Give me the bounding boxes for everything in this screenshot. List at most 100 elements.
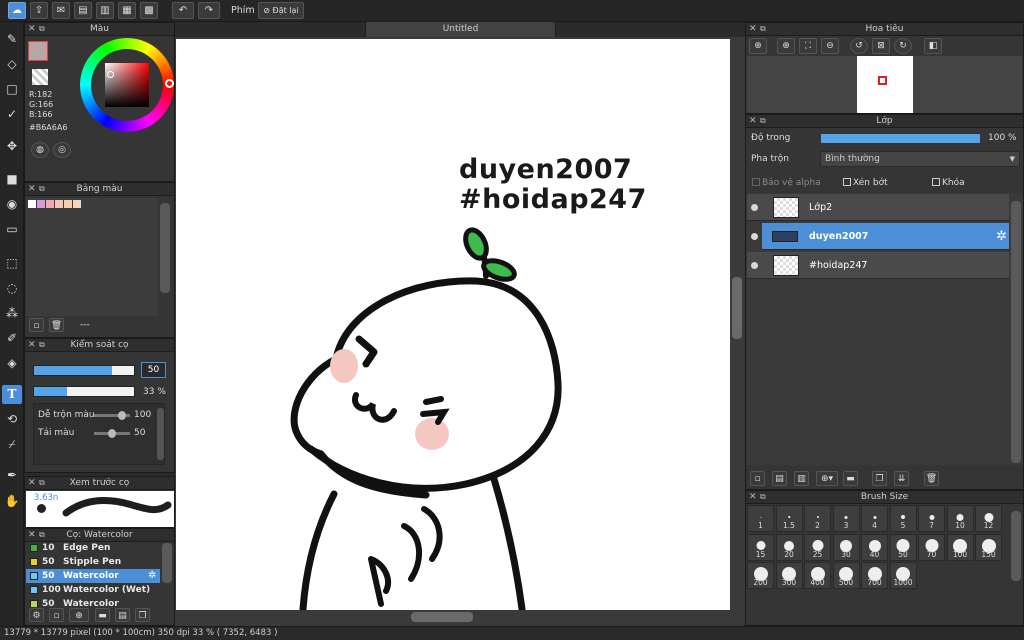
sv-handle[interactable] <box>107 71 114 78</box>
brush-size-cell[interactable]: 12 <box>975 505 1002 532</box>
brush-size-cell[interactable]: 3 <box>832 505 860 532</box>
move-icon[interactable]: ✥ <box>2 137 22 156</box>
lasso-icon[interactable]: ◌ <box>2 279 22 298</box>
layer-item[interactable]: Lớp2 <box>747 194 1009 221</box>
brush-size-cell[interactable]: 500 <box>832 562 860 589</box>
popout-icon[interactable]: ⧉ <box>39 339 45 351</box>
text-icon[interactable]: T <box>2 385 22 404</box>
visibility-icon[interactable] <box>751 262 758 269</box>
navigator-thumbnail[interactable] <box>857 56 913 113</box>
brush-size-cell[interactable]: 70 <box>918 533 945 561</box>
close-icon[interactable]: ✕ <box>749 115 757 127</box>
select-rect-icon[interactable]: ⬚ <box>2 254 22 273</box>
clipping-checkbox[interactable]: Xén bớt <box>843 178 888 188</box>
brush-size-cell[interactable]: 50 <box>889 533 917 561</box>
popout-icon[interactable]: ⧉ <box>760 491 766 503</box>
fill-rect-icon[interactable]: ■ <box>2 170 22 189</box>
palette-swatch[interactable] <box>37 200 45 208</box>
blend-slider-knob[interactable] <box>117 411 126 420</box>
brush-size-cell[interactable]: 2 <box>804 505 831 532</box>
rectangle-icon[interactable]: □ <box>2 80 22 99</box>
popout-icon[interactable]: ⧉ <box>760 115 766 127</box>
close-icon[interactable]: ✕ <box>28 529 36 541</box>
add-brush-icon[interactable]: ⊕ <box>69 608 89 622</box>
brush-list-scrollbar[interactable] <box>162 543 172 583</box>
add-layer-menu-icon[interactable]: ⊕▾ <box>816 471 838 486</box>
load-slider-knob[interactable] <box>108 429 116 438</box>
layer-scrollbar[interactable] <box>1011 201 1021 463</box>
gradient-icon[interactable]: ▭ <box>2 220 22 239</box>
brush-size-value[interactable]: 50 <box>141 362 166 378</box>
brush-size-cell[interactable]: 200 <box>747 562 774 589</box>
add-color-icon[interactable]: ▫ <box>29 318 44 332</box>
brush-size-cell[interactable]: 20 <box>775 533 803 561</box>
eyedropper-icon[interactable]: ⌿ <box>2 435 22 454</box>
visibility-icon[interactable] <box>751 233 758 240</box>
popout-icon[interactable]: ⧉ <box>39 477 45 489</box>
bucket-icon[interactable]: ◉ <box>2 195 22 214</box>
select-eraser-icon[interactable]: ◈ <box>2 354 22 373</box>
brush-size-cell[interactable]: 150 <box>975 533 1002 561</box>
protect-alpha-checkbox[interactable]: Bảo vệ alpha <box>752 178 821 188</box>
brush-icon[interactable]: ✎ <box>2 30 22 49</box>
brush-size-cell[interactable]: 10 <box>946 505 974 532</box>
transform-icon[interactable]: ⟲ <box>2 410 22 429</box>
pen-icon[interactable]: ✒ <box>2 466 22 485</box>
brush-size-cell[interactable]: 300 <box>775 562 803 589</box>
fit-screen-icon[interactable]: ⛶ <box>799 38 817 54</box>
share-icon[interactable]: ⇪ <box>30 2 48 19</box>
hue-handle[interactable] <box>165 79 174 88</box>
brush-size-cell[interactable]: 4 <box>861 505 888 532</box>
eraser-icon[interactable]: ◇ <box>2 55 22 74</box>
brush-size-cell[interactable]: 100 <box>946 533 974 561</box>
reset-rotation-icon[interactable]: ⊠ <box>872 38 890 54</box>
drawing-canvas[interactable]: duyen2007 #hoidap247 <box>176 39 730 610</box>
layers-icon[interactable]: ▦ <box>118 2 136 19</box>
flip-icon[interactable]: ◧ <box>924 38 942 54</box>
cloud-icon[interactable]: ☁ <box>8 2 26 19</box>
palette-icon[interactable]: ◍ <box>31 142 49 158</box>
folder-icon[interactable]: ▬ <box>95 608 110 622</box>
zoom-out-icon[interactable]: ⊖ <box>821 38 839 54</box>
document-tab[interactable]: Untitled <box>365 21 556 37</box>
popout-icon[interactable]: ⧉ <box>760 23 766 35</box>
rotate-left-icon[interactable]: ↺ <box>850 38 868 54</box>
canvas-horizontal-scrollbar[interactable] <box>411 612 473 622</box>
brush-settings-icon[interactable]: ⚙ <box>29 608 44 622</box>
foreground-color-swatch[interactable] <box>28 41 48 61</box>
close-icon[interactable]: ✕ <box>28 183 36 195</box>
brush-item-watercolor-square[interactable]: 50Watercolor (Square) <box>26 597 160 607</box>
check-brush-icon[interactable]: ✓ <box>2 105 22 124</box>
brush-size-cell[interactable]: 400 <box>804 562 831 589</box>
popout-icon[interactable]: ⧉ <box>39 529 45 541</box>
delete-layer-icon[interactable]: 🗑 <box>924 471 939 486</box>
brush-size-slider[interactable] <box>33 365 135 376</box>
brush-size-cell[interactable]: 25 <box>804 533 831 561</box>
brush-item-edge-pen[interactable]: 10 Edge Pen <box>26 541 160 555</box>
palette-swatch[interactable] <box>64 200 72 208</box>
zoom-fit-in-icon[interactable]: ⊕ <box>777 38 795 54</box>
brush-size-cell[interactable]: 40 <box>861 533 888 561</box>
brush-item-stipple-pen[interactable]: 50 Stipple Pen <box>26 555 160 569</box>
document-icon[interactable]: ▥ <box>96 2 114 19</box>
load-slider[interactable] <box>94 429 130 438</box>
rotate-right-icon[interactable]: ↻ <box>894 38 912 54</box>
new-layer-alt-icon[interactable]: ▤ <box>772 471 787 486</box>
lock-checkbox[interactable]: Khóa <box>932 178 965 188</box>
close-icon[interactable]: ✕ <box>28 339 36 351</box>
brush-opacity-slider[interactable] <box>33 386 135 397</box>
chat-icon[interactable]: ✉ <box>52 2 70 19</box>
new-layer-icon[interactable]: ▫ <box>750 471 765 486</box>
new-text-layer-icon[interactable]: ▥ <box>794 471 809 486</box>
gear-icon[interactable]: ✲ <box>996 229 1007 244</box>
blend-slider[interactable] <box>94 411 130 420</box>
zoom-in-icon[interactable]: ⊕ <box>749 38 767 54</box>
popout-icon[interactable]: ⧉ <box>39 183 45 195</box>
close-icon[interactable]: ✕ <box>749 23 757 35</box>
brush-size-cell[interactable]: 1000 <box>889 562 917 589</box>
new-brush-icon[interactable]: ▫ <box>49 608 64 622</box>
reset-button[interactable]: ⊘ Đặt lại <box>258 2 304 19</box>
magic-wand-icon[interactable]: ⁂ <box>2 304 22 323</box>
brush-size-cell[interactable]: 7 <box>918 505 945 532</box>
layer-item[interactable]: #hoidap247 <box>747 252 1009 279</box>
